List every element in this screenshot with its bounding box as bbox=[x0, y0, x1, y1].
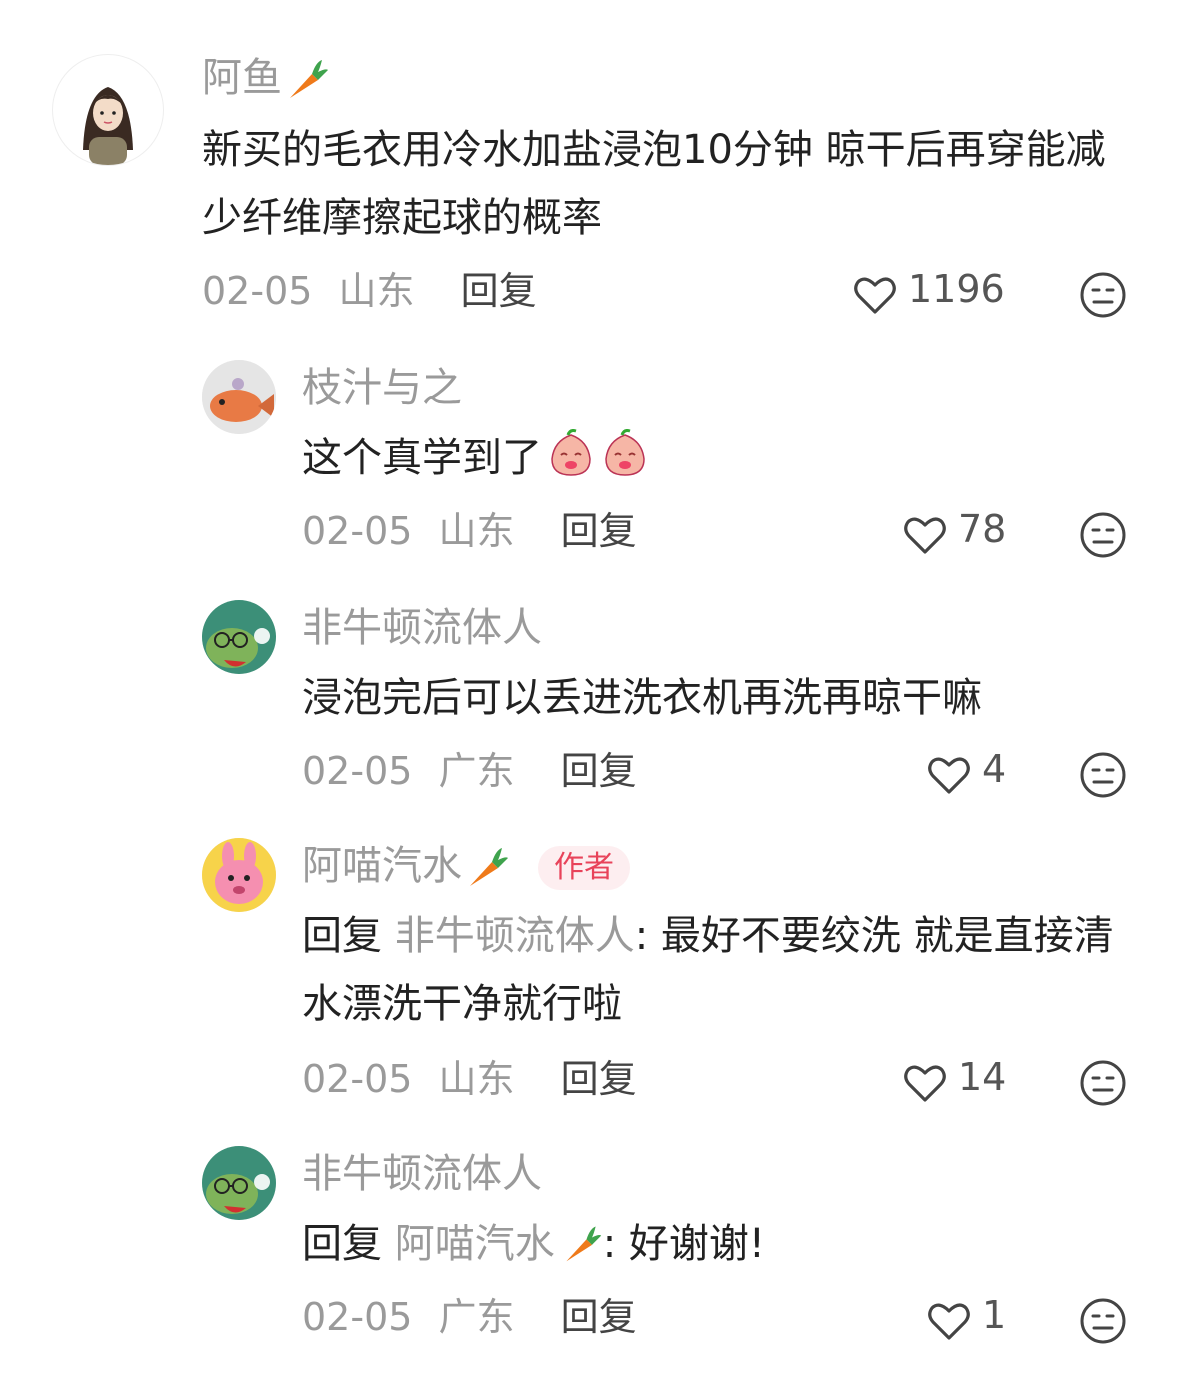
reply-button[interactable]: 回复 bbox=[561, 1295, 637, 1339]
heart-icon bbox=[854, 277, 896, 314]
like-button[interactable]: 78 bbox=[900, 507, 1007, 560]
reply-button[interactable]: 回复 bbox=[561, 1057, 637, 1101]
meh-face-icon bbox=[1080, 512, 1126, 558]
comment-text: 回复 阿喵汽水 : 好谢谢! bbox=[302, 1210, 1142, 1278]
comment-author[interactable]: 非牛顿流体人 bbox=[302, 604, 542, 652]
comment-body: : 好谢谢! bbox=[602, 1221, 765, 1267]
comment-text: 浸泡完后可以丢进洗衣机再洗再晾干嘛 bbox=[302, 664, 1142, 732]
avatar[interactable] bbox=[202, 1146, 276, 1220]
like-count: 78 bbox=[958, 507, 1007, 551]
meh-face-icon bbox=[1080, 272, 1126, 318]
like-count: 4 bbox=[982, 747, 1007, 791]
comment-text: 这个真学到了 bbox=[302, 424, 1142, 492]
comment-body: 这个真学到了 bbox=[302, 435, 542, 481]
comment-location: 山东 bbox=[438, 509, 515, 553]
comment-location: 广东 bbox=[438, 749, 515, 793]
comment-meta: 02-05 山东 回复 bbox=[302, 1054, 637, 1104]
avatar[interactable] bbox=[202, 360, 276, 434]
comment-meta: 02-05 广东 回复 bbox=[302, 1292, 637, 1342]
avatar[interactable] bbox=[202, 838, 276, 912]
reply-button[interactable]: 回复 bbox=[561, 509, 637, 553]
comment-location: 广东 bbox=[438, 1295, 515, 1339]
like-button[interactable]: 1 bbox=[924, 1293, 1007, 1346]
author-badge: 作者 bbox=[538, 846, 630, 890]
girl-avatar-icon bbox=[53, 55, 163, 165]
comment-author[interactable]: 阿鱼 bbox=[202, 54, 330, 102]
blush-peach-emoji-icon bbox=[551, 429, 591, 476]
carrot-icon bbox=[290, 60, 328, 98]
avatar[interactable] bbox=[202, 600, 276, 674]
reply-prefix: 回复 bbox=[302, 1221, 382, 1267]
comment-date: 02-05 bbox=[302, 1057, 413, 1101]
author-name: 阿鱼 bbox=[202, 55, 282, 101]
dislike-button[interactable] bbox=[1078, 1296, 1128, 1346]
comment-meta: 02-05 广东 回复 bbox=[302, 746, 637, 796]
pink-bunny-avatar-icon bbox=[202, 838, 276, 912]
meh-face-icon bbox=[1080, 1060, 1126, 1106]
fish-avatar-icon bbox=[202, 360, 276, 434]
like-button[interactable]: 4 bbox=[924, 747, 1007, 800]
dislike-button[interactable] bbox=[1078, 510, 1128, 560]
like-count: 14 bbox=[958, 1055, 1007, 1099]
author-name: 枝汁与之 bbox=[302, 365, 462, 411]
like-button[interactable]: 1196 bbox=[850, 267, 1005, 320]
comment-location: 山东 bbox=[438, 1057, 515, 1101]
like-button[interactable]: 14 bbox=[900, 1055, 1007, 1108]
comment-location: 山东 bbox=[338, 269, 415, 313]
reply-prefix: 回复 bbox=[302, 913, 382, 959]
meh-face-icon bbox=[1080, 1298, 1126, 1344]
comment-date: 02-05 bbox=[302, 749, 413, 793]
author-name: 非牛顿流体人 bbox=[302, 1151, 542, 1197]
avatar[interactable] bbox=[52, 54, 164, 166]
blush-peach-emoji-icon bbox=[605, 429, 645, 476]
frog-avatar-icon bbox=[202, 600, 276, 674]
carrot-icon bbox=[566, 1226, 601, 1262]
heart-icon bbox=[928, 1303, 970, 1340]
dislike-button[interactable] bbox=[1078, 270, 1128, 320]
comment-body: 新买的毛衣用冷水加盐浸泡10分钟 晾干后再穿能减少纤维摩擦起球的概率 bbox=[202, 127, 1106, 241]
comment-body: 浸泡完后可以丢进洗衣机再洗再晾干嘛 bbox=[302, 675, 982, 721]
meh-face-icon bbox=[1080, 752, 1126, 798]
carrot-icon bbox=[470, 848, 508, 886]
comment-text: 新买的毛衣用冷水加盐浸泡10分钟 晾干后再穿能减少纤维摩擦起球的概率 bbox=[202, 116, 1132, 252]
comment-meta: 02-05 山东 回复 bbox=[302, 506, 637, 556]
comment-date: 02-05 bbox=[302, 509, 413, 553]
comment-author[interactable]: 非牛顿流体人 bbox=[302, 1150, 542, 1198]
reply-target[interactable]: 阿喵汽水 bbox=[395, 1221, 555, 1267]
like-count: 1 bbox=[982, 1293, 1007, 1337]
comment-list: 阿鱼 新买的毛衣用冷水加盐浸泡10分钟 晾干后再穿能减少纤维摩擦起球的概率 02… bbox=[0, 0, 1178, 1378]
comment-text: 回复 非牛顿流体人: 最好不要绞洗 就是直接清水漂洗干净就行啦 bbox=[302, 902, 1142, 1038]
like-count: 1196 bbox=[908, 267, 1005, 311]
dislike-button[interactable] bbox=[1078, 750, 1128, 800]
comment-author[interactable]: 枝汁与之 bbox=[302, 364, 462, 412]
frog-avatar-icon bbox=[202, 1146, 276, 1220]
heart-icon bbox=[904, 1065, 946, 1102]
reply-button[interactable]: 回复 bbox=[461, 269, 537, 313]
dislike-button[interactable] bbox=[1078, 1058, 1128, 1108]
comment-author[interactable]: 阿喵汽水 作者 bbox=[302, 842, 630, 890]
heart-icon bbox=[928, 757, 970, 794]
comment-date: 02-05 bbox=[302, 1295, 413, 1339]
comment-meta: 02-05 山东 回复 bbox=[202, 266, 537, 316]
author-name: 阿喵汽水 bbox=[302, 843, 462, 889]
heart-icon bbox=[904, 517, 946, 554]
comment-date: 02-05 bbox=[202, 269, 313, 313]
reply-button[interactable]: 回复 bbox=[561, 749, 637, 793]
reply-target[interactable]: 非牛顿流体人 bbox=[395, 913, 635, 959]
author-name: 非牛顿流体人 bbox=[302, 605, 542, 651]
